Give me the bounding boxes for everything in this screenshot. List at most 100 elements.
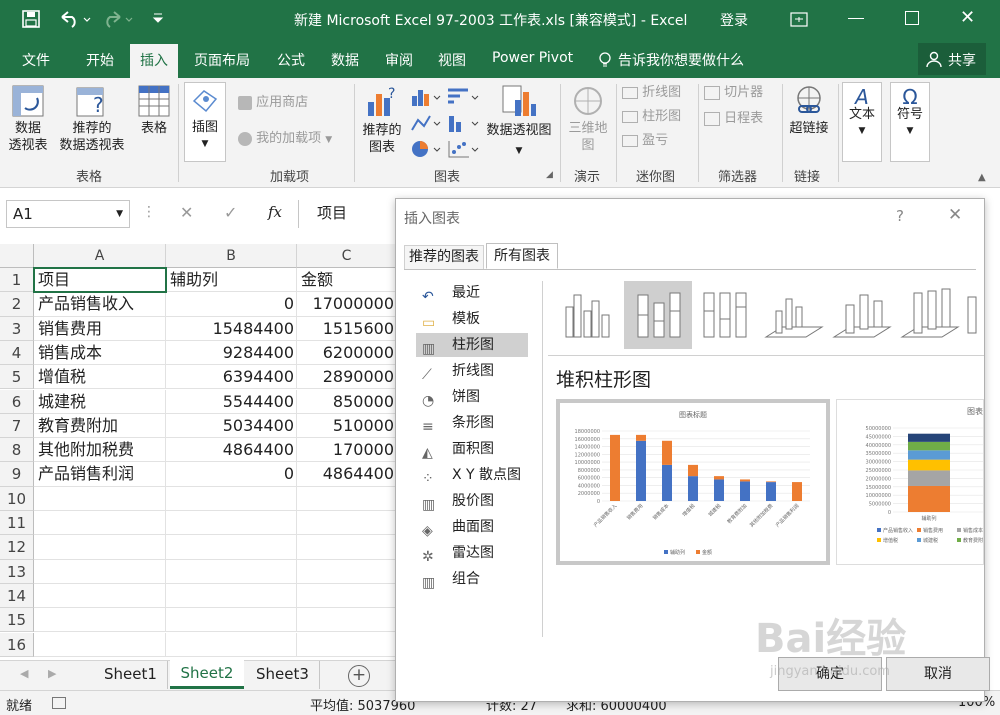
- macro-record-icon[interactable]: [52, 697, 66, 709]
- pivot-chart-button[interactable]: 数据透视图 ▼: [484, 84, 554, 160]
- tab-insert[interactable]: 插入: [130, 44, 178, 78]
- symbol-button[interactable]: Ω 符号 ▼: [890, 82, 930, 162]
- tab-formulas[interactable]: 公式: [277, 50, 305, 70]
- cell[interactable]: 增值税: [34, 365, 166, 390]
- row-header[interactable]: 6: [0, 389, 34, 414]
- row-header[interactable]: 5: [0, 365, 34, 390]
- tell-me-search[interactable]: 告诉我你想要做什么: [618, 50, 744, 70]
- cell[interactable]: [297, 608, 397, 633]
- cell[interactable]: 销售费用: [34, 316, 166, 341]
- tab-view[interactable]: 视图: [438, 50, 466, 70]
- tab-file[interactable]: 文件: [22, 50, 50, 70]
- cell[interactable]: [34, 632, 166, 657]
- name-box[interactable]: A1 ▼: [6, 200, 130, 228]
- cell[interactable]: 170000: [297, 438, 397, 463]
- tab-data[interactable]: 数据: [331, 50, 359, 70]
- cell[interactable]: 教育费附加: [34, 413, 166, 439]
- cell[interactable]: 9284400: [166, 340, 297, 366]
- chart-preview-2[interactable]: 图表标题 0 5000000 10000000 15000000 20000000 2500…: [836, 399, 984, 565]
- 3d-percent-stacked-column-option[interactable]: [896, 281, 964, 349]
- row-header[interactable]: 14: [0, 583, 34, 609]
- chart-type-bar[interactable]: ≡ 条形图: [416, 411, 528, 435]
- pie-chart-dropdown[interactable]: [410, 138, 444, 164]
- sheet-tab[interactable]: Sheet3: [246, 661, 320, 689]
- cell[interactable]: 城建税: [34, 389, 166, 414]
- cell[interactable]: 4864400: [297, 462, 397, 487]
- tab-home[interactable]: 开始: [86, 50, 114, 70]
- close-icon[interactable]: ✕: [948, 205, 962, 225]
- formula-input[interactable]: 项目: [298, 200, 398, 228]
- 3d-clustered-column-option[interactable]: [760, 281, 828, 349]
- column-header-c[interactable]: C: [297, 244, 397, 268]
- cell[interactable]: 0: [166, 462, 297, 487]
- insert-function-button[interactable]: fx: [268, 203, 282, 221]
- cell[interactable]: 6200000: [297, 340, 397, 366]
- cell[interactable]: [34, 583, 166, 609]
- chart-type-surface[interactable]: ◈ 曲面图: [416, 515, 528, 539]
- recommended-charts-button[interactable]: ? 推荐的 图表: [358, 84, 406, 156]
- sheet-tab-active[interactable]: Sheet2: [170, 660, 244, 689]
- redo-icon[interactable]: [102, 9, 136, 33]
- cell[interactable]: 850000: [297, 389, 397, 414]
- app-store-button[interactable]: 应用商店: [238, 94, 308, 111]
- cell[interactable]: [297, 486, 397, 511]
- 3d-column-option[interactable]: [964, 281, 980, 349]
- row-header[interactable]: 8: [0, 438, 34, 463]
- confirm-entry-icon[interactable]: ✓: [224, 203, 237, 222]
- cell[interactable]: [166, 632, 297, 657]
- row-header[interactable]: 16: [0, 632, 34, 657]
- chart-type-combo[interactable]: ▥ 组合: [416, 567, 528, 591]
- undo-icon[interactable]: [58, 9, 92, 33]
- stacked-column-option[interactable]: [624, 281, 692, 349]
- row-header[interactable]: 15: [0, 608, 34, 633]
- statistic-chart-dropdown[interactable]: [446, 112, 480, 138]
- cell[interactable]: 销售成本: [34, 340, 166, 366]
- cell[interactable]: [297, 559, 397, 584]
- cell[interactable]: 15484400: [166, 316, 297, 341]
- row-header[interactable]: 12: [0, 535, 34, 560]
- login-link[interactable]: 登录: [720, 10, 748, 30]
- cell[interactable]: 4864400: [166, 438, 297, 463]
- line-chart-dropdown[interactable]: [410, 112, 444, 138]
- chart-type-templates[interactable]: ▭ 模板: [416, 307, 528, 331]
- help-button[interactable]: ?: [896, 207, 904, 225]
- 3d-stacked-column-option[interactable]: [828, 281, 896, 349]
- dialog-launcher-icon[interactable]: ◢: [546, 170, 553, 180]
- select-all-corner[interactable]: [0, 244, 34, 268]
- cell[interactable]: 0: [166, 292, 297, 317]
- row-header[interactable]: 4: [0, 340, 34, 366]
- close-icon[interactable]: ✕: [960, 7, 975, 28]
- cell[interactable]: 5034400: [166, 413, 297, 439]
- customize-toolbar-icon[interactable]: [152, 12, 164, 28]
- tab-all-charts[interactable]: 所有图表: [486, 243, 558, 269]
- cell[interactable]: 金额: [297, 268, 397, 293]
- ribbon-display-icon[interactable]: [790, 12, 808, 32]
- cell[interactable]: [34, 535, 166, 560]
- column-header-a[interactable]: A: [34, 244, 166, 268]
- text-button[interactable]: A 文本 ▼: [842, 82, 882, 162]
- scatter-chart-dropdown[interactable]: [446, 138, 480, 164]
- cell[interactable]: 17000000: [297, 292, 397, 317]
- cell[interactable]: [297, 535, 397, 560]
- cell[interactable]: 6394400: [166, 365, 297, 390]
- cell[interactable]: 其他附加税费: [34, 438, 166, 463]
- minimize-icon[interactable]: [848, 18, 864, 19]
- cell[interactable]: [34, 511, 166, 536]
- illustrations-button[interactable]: 插图 ▼: [184, 82, 226, 162]
- row-header[interactable]: 9: [0, 462, 34, 487]
- cell[interactable]: [166, 583, 297, 609]
- tab-review[interactable]: 审阅: [385, 50, 413, 70]
- cell[interactable]: 5544400: [166, 389, 297, 414]
- cell[interactable]: [297, 632, 397, 657]
- share-button[interactable]: 共享: [918, 43, 986, 75]
- row-header[interactable]: 10: [0, 486, 34, 511]
- chart-preview-1[interactable]: 图表标题 0 2000000 4000000 6000000 8000000 1000000…: [556, 399, 830, 565]
- chart-type-stock[interactable]: ▥ 股价图: [416, 489, 528, 513]
- row-header[interactable]: 13: [0, 559, 34, 584]
- cell[interactable]: [166, 535, 297, 560]
- chart-type-recent[interactable]: ↶ 最近: [416, 281, 528, 305]
- cell[interactable]: [297, 511, 397, 536]
- cell[interactable]: 2890000: [297, 365, 397, 390]
- cell[interactable]: [34, 608, 166, 633]
- tab-power-pivot[interactable]: Power Pivot: [492, 50, 573, 66]
